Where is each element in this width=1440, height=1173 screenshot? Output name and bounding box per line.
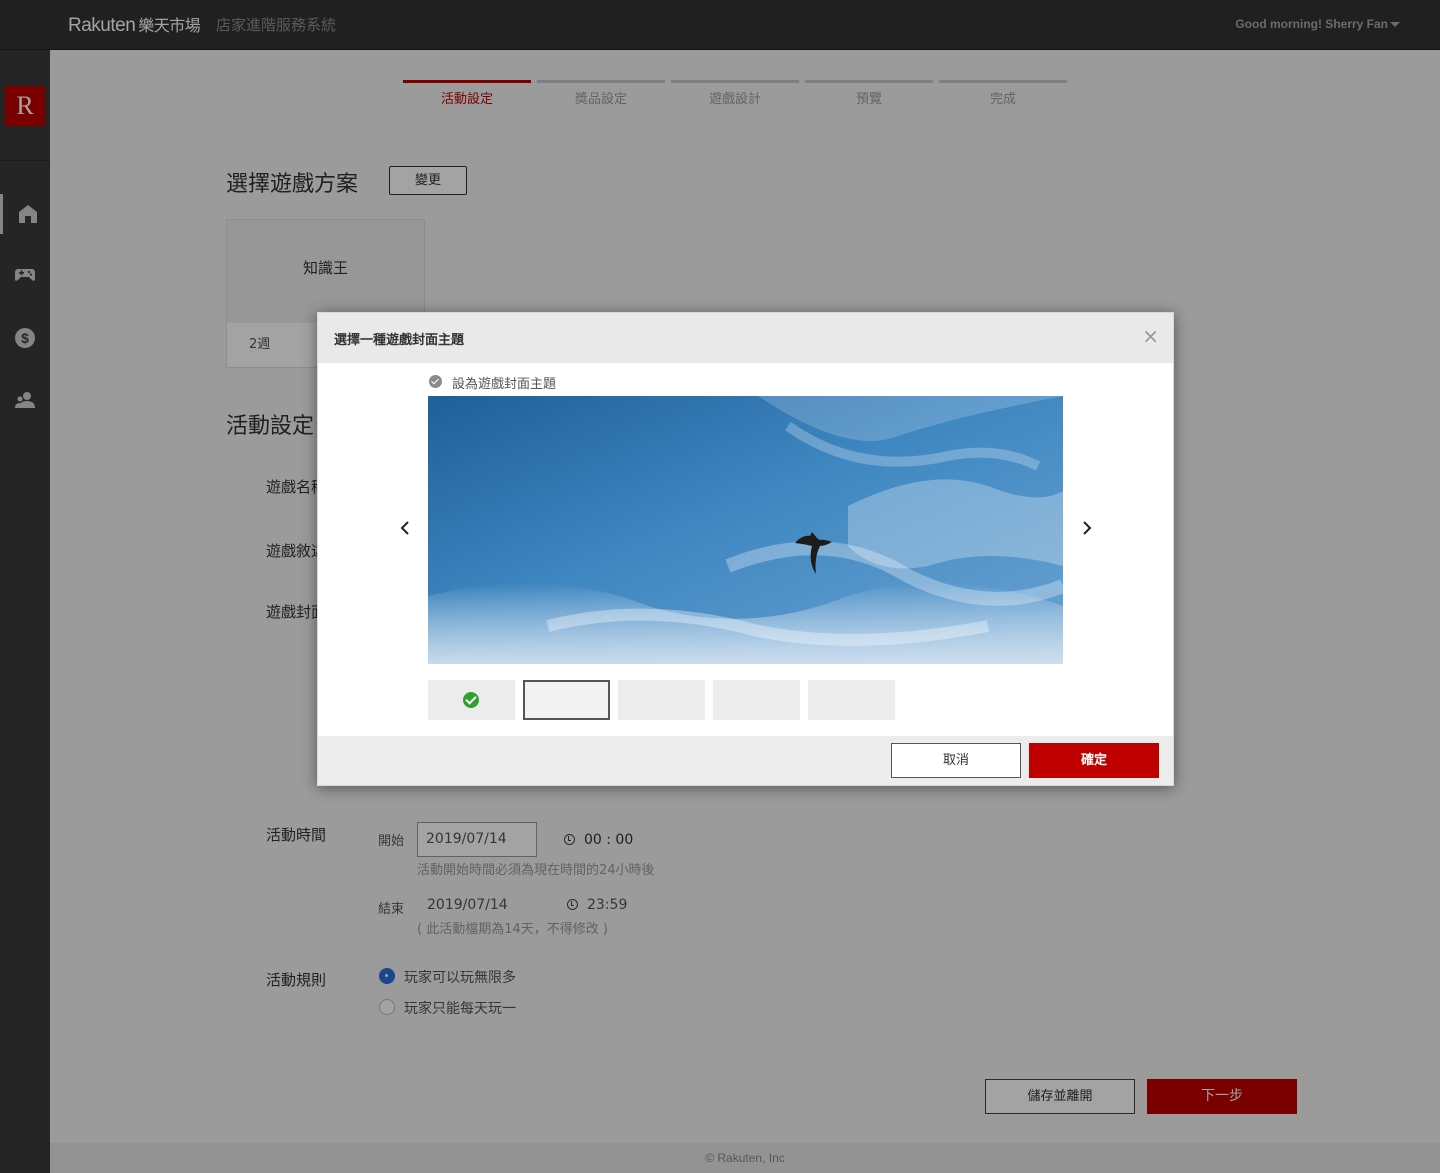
confirm-button[interactable]: 確定 xyxy=(1029,743,1159,778)
cover-thumbnail-1[interactable] xyxy=(428,680,515,720)
sky-with-seagull-image xyxy=(428,396,1063,664)
modal-title: 選擇一種遊戲封面主題 xyxy=(334,333,465,348)
cover-thumbnail-5[interactable] xyxy=(808,680,895,720)
cover-theme-image xyxy=(428,396,1063,664)
cover-thumbnail-4[interactable] xyxy=(713,680,800,720)
cover-caption-text: 設為遊戲封面主題 xyxy=(452,377,557,392)
cancel-button[interactable]: 取消 xyxy=(891,743,1021,778)
chevron-left-icon[interactable] xyxy=(398,521,412,535)
check-circle-green-icon xyxy=(463,692,479,708)
cover-caption: 設為遊戲封面主題 xyxy=(429,373,556,392)
modal-footer: 取消 確定 xyxy=(318,736,1173,785)
chevron-right-icon[interactable] xyxy=(1080,521,1094,535)
cover-thumbnail-2[interactable] xyxy=(523,680,610,720)
modal-header: 選擇一種遊戲封面主題 × xyxy=(318,313,1173,363)
close-icon[interactable]: × xyxy=(1142,326,1159,346)
cover-thumbnail-3[interactable] xyxy=(618,680,705,720)
cover-theme-modal: 選擇一種遊戲封面主題 × 設為遊戲封面主題 取消 確定 xyxy=(317,312,1174,786)
